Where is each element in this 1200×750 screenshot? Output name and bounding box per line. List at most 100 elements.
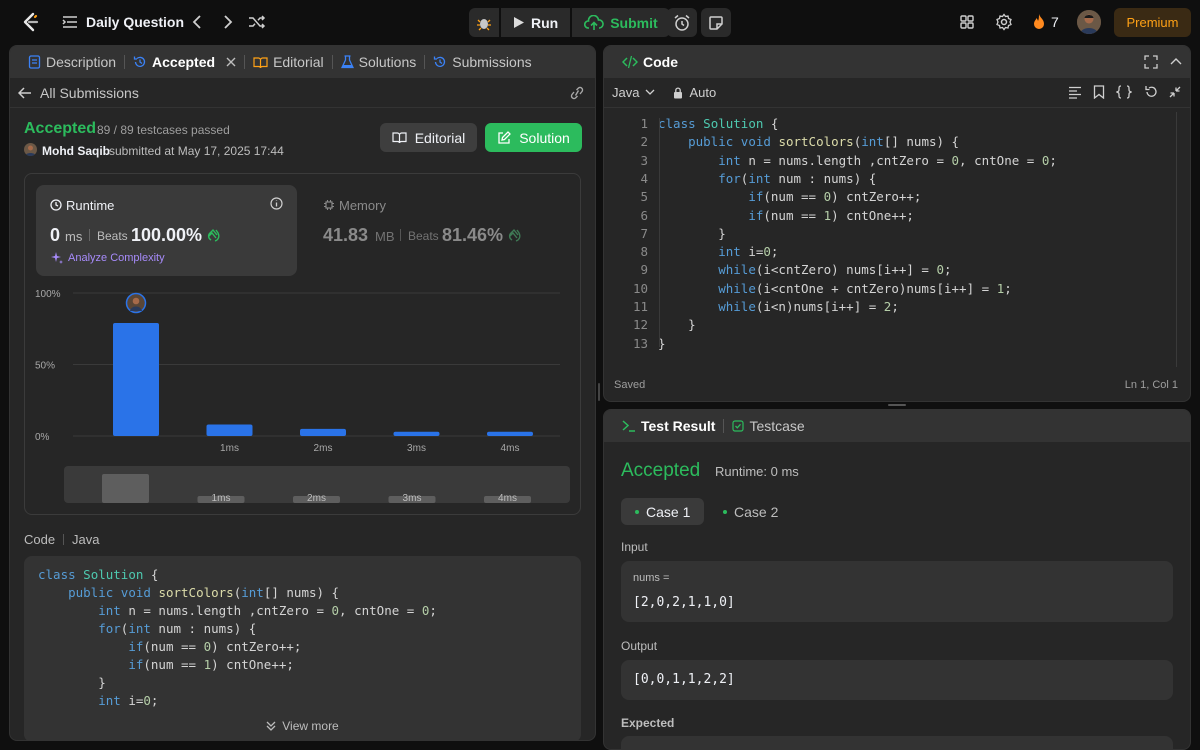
settings-gear-icon[interactable] bbox=[995, 13, 1013, 31]
arrow-left-icon[interactable] bbox=[18, 86, 32, 99]
solution-button[interactable]: Solution bbox=[485, 123, 582, 152]
submit-button[interactable]: Submit bbox=[572, 8, 670, 37]
code-line[interactable]: while(i<cntOne + cntZero)nums[i++] = 1; bbox=[658, 281, 1012, 296]
runtime-beats-label: Beats bbox=[97, 229, 128, 243]
code-line[interactable]: while(i<n)nums[i++] = 2; bbox=[658, 299, 899, 314]
timer-button[interactable] bbox=[667, 8, 697, 37]
fire-icon bbox=[1034, 14, 1044, 29]
submitter-avatar bbox=[24, 143, 37, 156]
problem-list-icon[interactable] bbox=[62, 14, 78, 30]
pass-dot bbox=[723, 509, 727, 514]
runtime-distribution-chart[interactable]: 0% 50% 100% 1ms 2ms 3ms 4ms 1ms 2ms 3ms 4ms bbox=[25, 282, 582, 516]
language-select[interactable]: Java bbox=[612, 85, 639, 100]
code-line[interactable]: public void sortColors(int[] nums) { bbox=[658, 134, 959, 149]
next-question-icon[interactable] bbox=[219, 13, 237, 31]
tab-test-result-label: Test Result bbox=[641, 418, 716, 434]
streak-counter[interactable]: 7 bbox=[1032, 13, 1059, 30]
tab-description-label: Description bbox=[46, 54, 117, 70]
share-link-icon[interactable] bbox=[569, 86, 585, 100]
result-status: Accepted bbox=[621, 460, 701, 481]
chevron-down-icon[interactable] bbox=[645, 89, 655, 96]
panel-resize-handle[interactable] bbox=[888, 404, 906, 406]
prev-question-icon[interactable] bbox=[188, 13, 206, 31]
runtime-card[interactable]: Runtime 0 ms Beats 100.00% Analyze Compl… bbox=[36, 185, 297, 276]
line-number: 13 bbox=[632, 335, 648, 351]
submitted-code: class Solution { public void sortColors(… bbox=[38, 567, 437, 708]
view-more-label: View more bbox=[282, 719, 339, 733]
premium-button[interactable]: Premium bbox=[1114, 8, 1191, 37]
tab-editorial[interactable]: Editorial bbox=[245, 46, 332, 78]
tab-submissions[interactable]: Submissions bbox=[425, 46, 539, 78]
reset-icon[interactable] bbox=[1144, 85, 1158, 99]
code-line[interactable]: } bbox=[658, 226, 726, 241]
clap-icon bbox=[207, 228, 220, 242]
maximize-icon[interactable] bbox=[1144, 55, 1158, 69]
code-line[interactable]: if(num == 1) cntOne++; bbox=[658, 208, 914, 223]
tab-test-result[interactable]: Test Result bbox=[614, 410, 723, 442]
pass-dot bbox=[635, 509, 639, 514]
code-line[interactable]: } bbox=[658, 317, 696, 332]
notes-button[interactable] bbox=[701, 8, 731, 37]
case-1-tab[interactable]: Case 1 bbox=[621, 498, 705, 525]
all-submissions-link[interactable]: All Submissions bbox=[40, 85, 139, 101]
editorial-button-label: Editorial bbox=[414, 129, 466, 146]
code-line[interactable]: int n = nums.length ,cntZero = 0, cntOne… bbox=[658, 153, 1057, 168]
tab-accepted-label: Accepted bbox=[152, 54, 216, 70]
tab-accepted[interactable]: Accepted bbox=[125, 46, 244, 78]
tab-solutions[interactable]: Solutions bbox=[333, 46, 425, 78]
book-icon bbox=[392, 132, 407, 144]
chart-bar bbox=[300, 428, 346, 436]
x-tick-label: 1ms bbox=[220, 443, 239, 454]
shuffle-icon[interactable] bbox=[248, 13, 266, 31]
submitted-code-block: class Solution { public void sortColors(… bbox=[24, 556, 581, 740]
case-2-tab[interactable]: Case 2 bbox=[709, 498, 792, 525]
close-tab-icon[interactable] bbox=[226, 57, 236, 67]
user-avatar[interactable] bbox=[1077, 10, 1101, 34]
info-icon[interactable] bbox=[270, 197, 283, 210]
braces-icon[interactable] bbox=[1116, 85, 1132, 99]
code-line[interactable]: while(i<cntZero) nums[i++] = 0; bbox=[658, 262, 951, 277]
page-title[interactable]: Daily Question bbox=[86, 14, 184, 30]
memory-card[interactable]: Memory 41.83 MB Beats 81.46% bbox=[311, 185, 571, 276]
user-marker-face bbox=[132, 297, 140, 305]
history-icon bbox=[434, 56, 446, 67]
code-line[interactable]: int i=0; bbox=[658, 244, 778, 259]
submission-subbar: All Submissions bbox=[10, 78, 595, 108]
run-button[interactable]: Run bbox=[501, 8, 571, 37]
submit-label: Submit bbox=[610, 14, 658, 31]
cursor-position: Ln 1, Col 1 bbox=[1124, 379, 1178, 391]
tab-testcase[interactable]: Testcase bbox=[724, 410, 812, 442]
tab-code[interactable]: Code bbox=[614, 46, 686, 78]
code-line[interactable]: if(num == 0) cntZero++; bbox=[658, 189, 921, 204]
view-more-button[interactable]: View more bbox=[24, 710, 581, 740]
collapse-icon[interactable] bbox=[1169, 86, 1181, 98]
x-tick-label: 4ms bbox=[501, 443, 520, 454]
minimap-label: 1ms bbox=[212, 493, 231, 504]
chevron-up-icon[interactable] bbox=[1170, 57, 1182, 65]
leetcode-logo-icon[interactable] bbox=[19, 11, 41, 33]
chip-icon bbox=[324, 200, 334, 210]
lock-icon bbox=[674, 86, 683, 98]
submitter-name[interactable]: Mohd Saqib bbox=[42, 144, 110, 158]
code-language-label: Java bbox=[72, 532, 100, 547]
editor-scrollbar[interactable] bbox=[1176, 112, 1177, 367]
auto-mode-label[interactable]: Auto bbox=[689, 85, 716, 100]
layout-grid-icon[interactable] bbox=[958, 13, 976, 31]
line-number: 4 bbox=[640, 170, 648, 186]
analyze-complexity-link[interactable]: Analyze Complexity bbox=[68, 252, 165, 264]
code-line[interactable]: class Solution { bbox=[658, 116, 778, 131]
vertical-resize-handle[interactable] bbox=[598, 383, 600, 401]
bookmark-icon[interactable] bbox=[1093, 85, 1105, 99]
format-lines-icon[interactable] bbox=[1068, 86, 1082, 99]
divider bbox=[63, 534, 64, 545]
tab-description[interactable]: Description bbox=[20, 46, 124, 78]
x-tick-label: 2ms bbox=[314, 443, 333, 454]
editorial-button[interactable]: Editorial bbox=[380, 123, 477, 152]
input-box: nums = [2,0,2,1,1,0] bbox=[621, 561, 1173, 622]
book-icon bbox=[253, 56, 268, 68]
code-line[interactable]: for(int num : nums) { bbox=[658, 171, 876, 186]
debug-button[interactable] bbox=[469, 8, 499, 37]
input-label: Input bbox=[621, 540, 648, 554]
memory-unit: MB bbox=[375, 229, 395, 244]
left-panel: Description Accepted Editorial Solutions… bbox=[9, 45, 596, 741]
